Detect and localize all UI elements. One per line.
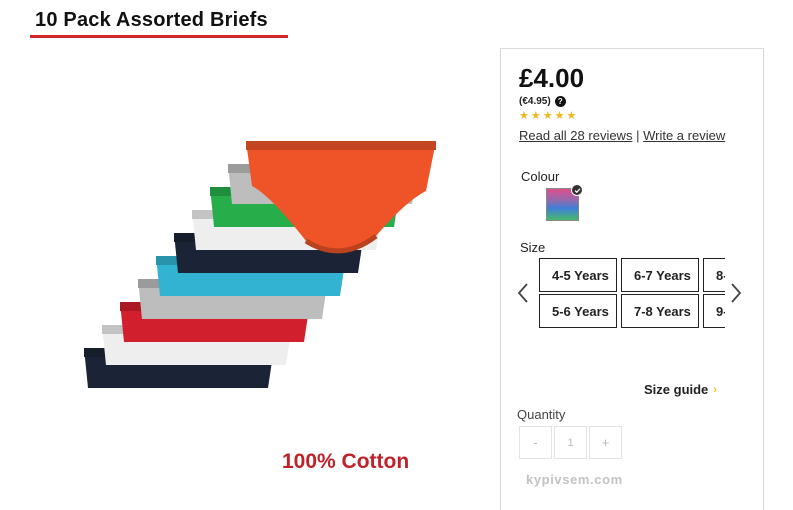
colour-label: Colour — [521, 169, 560, 184]
alt-price: (€4.95) ? — [519, 96, 566, 107]
reviews-links: Read all 28 reviews | Write a review — [519, 128, 725, 143]
size-option[interactable]: 9-1 — [703, 294, 725, 328]
size-label: Size — [520, 240, 546, 255]
watermark: kypivsem.com — [526, 472, 623, 487]
size-option[interactable]: 4-5 Years — [539, 258, 617, 292]
size-guide-link[interactable]: Size guide › — [644, 382, 717, 397]
chevron-left-icon[interactable] — [515, 281, 531, 305]
rating-stars: ★ ★ ★ ★ ★ — [519, 111, 576, 122]
write-review-link[interactable]: Write a review — [643, 128, 725, 143]
chevron-right-small-icon: › — [713, 383, 717, 396]
size-option[interactable]: 8- — [703, 258, 725, 292]
size-guide-label: Size guide — [644, 382, 709, 397]
quantity-decrease-button[interactable]: - — [519, 426, 552, 459]
price: £4.00 — [519, 63, 585, 93]
star-icon: ★ — [542, 110, 553, 122]
quantity-label: Quantity — [517, 407, 566, 422]
size-option[interactable]: 7-8 Years — [621, 294, 699, 328]
star-icon: ★ — [566, 110, 577, 122]
quantity-increase-button[interactable]: + — [589, 426, 622, 459]
check-icon — [571, 184, 583, 196]
size-option[interactable]: 5-6 Years — [539, 294, 617, 328]
quantity-input[interactable] — [554, 426, 587, 459]
reviews-separator: | — [636, 128, 640, 143]
product-image — [84, 141, 436, 388]
star-icon: ★ — [519, 110, 529, 122]
star-icon: ★ — [530, 110, 541, 122]
star-icon: ★ — [554, 110, 565, 122]
quantity-stepper: - + — [519, 426, 622, 459]
colour-swatch-multicolour[interactable] — [546, 184, 583, 221]
size-option[interactable]: 6-7 Years — [621, 258, 699, 292]
alt-price-value: (€4.95) — [519, 96, 551, 107]
size-carousel: 4-5 Years 6-7 Years 8- 5-6 Years 7-8 Yea… — [539, 258, 725, 332]
question-circle-icon[interactable]: ? — [554, 96, 566, 107]
size-grid: 4-5 Years 6-7 Years 8- 5-6 Years 7-8 Yea… — [539, 258, 725, 328]
product-title: 10 Pack Assorted Briefs — [35, 9, 268, 31]
product-panel: £4.00 (€4.95) ? ★ ★ ★ ★ ★ Read all 28 review… — [500, 48, 764, 510]
chevron-right-icon[interactable] — [728, 281, 744, 305]
title-underline — [30, 35, 288, 38]
cotton-caption: 100% Cotton — [282, 450, 410, 473]
read-reviews-link[interactable]: Read all 28 reviews — [519, 128, 632, 143]
